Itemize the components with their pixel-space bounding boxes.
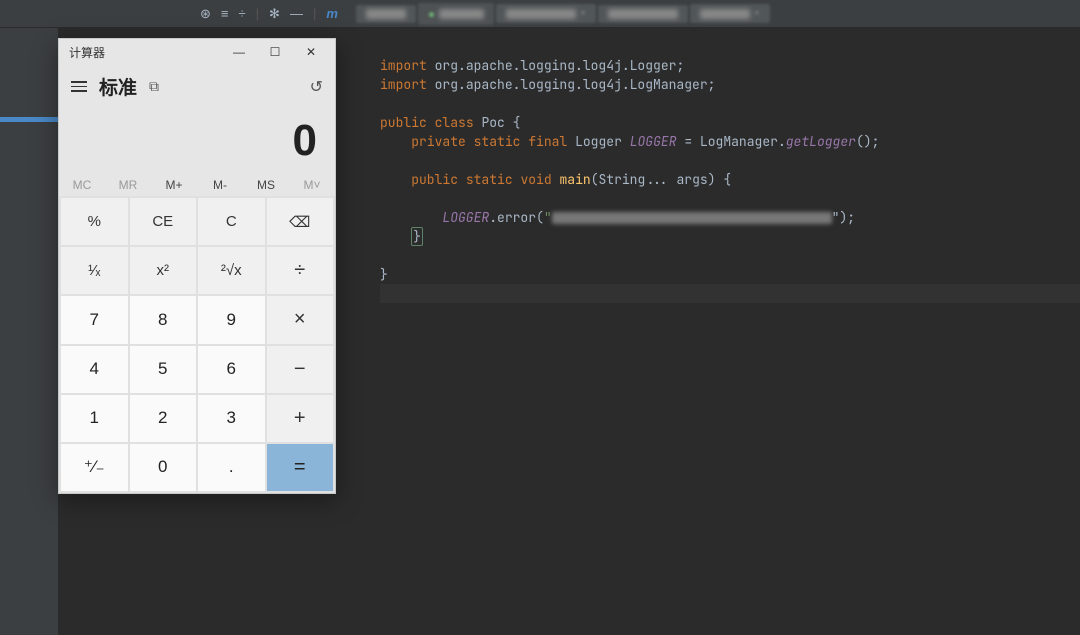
keyword-import: import bbox=[380, 76, 427, 93]
keyword: static bbox=[474, 133, 521, 150]
history-icon[interactable]: ↺ bbox=[310, 77, 323, 97]
digit-9-button[interactable]: 9 bbox=[198, 296, 265, 343]
type: LogManager bbox=[700, 133, 778, 150]
add-button[interactable]: + bbox=[267, 395, 334, 442]
maximize-button[interactable]: ☐ bbox=[257, 39, 293, 65]
digit-5-button[interactable]: 5 bbox=[130, 346, 197, 393]
keyword: void bbox=[520, 171, 551, 188]
keyword: static bbox=[466, 171, 513, 188]
ide-toolbar: ⊛ ≡ ÷ | ✻ — | m ● × × bbox=[0, 0, 1080, 28]
field-ref: LOGGER bbox=[442, 209, 489, 226]
closing-brace: } bbox=[380, 266, 388, 283]
toolbar-icon[interactable]: ÷ bbox=[239, 6, 246, 21]
mem-minus[interactable]: M- bbox=[197, 178, 243, 192]
field: LOGGER bbox=[630, 133, 677, 150]
settings-icon[interactable]: ✻ bbox=[269, 6, 280, 22]
calculator-mode: 标准 bbox=[99, 73, 137, 100]
editor-tabs: ● × × bbox=[356, 3, 770, 25]
editor-tab[interactable] bbox=[356, 5, 416, 23]
reciprocal-button[interactable]: ¹⁄ₓ bbox=[61, 247, 128, 294]
equals-button[interactable]: = bbox=[267, 444, 334, 491]
mem-view: M˅ bbox=[289, 178, 335, 192]
calculator-header: 标准 ⧉ ↺ bbox=[59, 65, 335, 104]
mem-store[interactable]: MS bbox=[243, 178, 289, 192]
digit-1-button[interactable]: 1 bbox=[61, 395, 128, 442]
keyword: public bbox=[411, 171, 458, 188]
mem-recall: MR bbox=[105, 178, 151, 192]
divide-button[interactable]: ÷ bbox=[267, 247, 334, 294]
calculator-keypad: % CE C ⌫ ¹⁄ₓ x² ²√x ÷ 7 8 9 × 4 5 6 − 1 … bbox=[59, 196, 335, 493]
percent-button[interactable]: % bbox=[61, 198, 128, 245]
minimize-button[interactable]: — bbox=[221, 39, 257, 65]
method-call: getLogger bbox=[786, 133, 856, 150]
keyword: class bbox=[435, 114, 474, 131]
method-call: error bbox=[497, 209, 536, 226]
calculator-titlebar[interactable]: 计算器 — ☐ ✕ bbox=[59, 39, 335, 65]
editor-tab[interactable]: × bbox=[690, 4, 770, 23]
toolbar-separator: | bbox=[256, 6, 259, 21]
redacted-string bbox=[552, 212, 832, 224]
digit-6-button[interactable]: 6 bbox=[198, 346, 265, 393]
editor-tab[interactable] bbox=[598, 5, 688, 23]
class-name: Poc bbox=[481, 114, 504, 131]
mem-plus[interactable]: M+ bbox=[151, 178, 197, 192]
digit-0-button[interactable]: 0 bbox=[130, 444, 197, 491]
digit-3-button[interactable]: 3 bbox=[198, 395, 265, 442]
import-target: org.apache.logging.log4j.LogManager bbox=[435, 76, 708, 93]
code-editor[interactable]: import org.apache.logging.log4j.Logger; … bbox=[340, 28, 1080, 635]
calculator-display: 0 bbox=[59, 104, 335, 174]
param: args bbox=[677, 171, 708, 188]
method-name: main bbox=[559, 171, 590, 188]
digit-8-button[interactable]: 8 bbox=[130, 296, 197, 343]
square-button[interactable]: x² bbox=[130, 247, 197, 294]
sqrt-button[interactable]: ²√x bbox=[198, 247, 265, 294]
editor-tab-active[interactable]: ● bbox=[418, 3, 494, 25]
keyword: private bbox=[411, 133, 466, 150]
type: Logger bbox=[575, 133, 622, 150]
multiply-button[interactable]: × bbox=[267, 296, 334, 343]
decimal-button[interactable]: . bbox=[198, 444, 265, 491]
editor-tab[interactable]: × bbox=[496, 4, 596, 23]
toolbar-icon[interactable]: ⊛ bbox=[200, 6, 211, 22]
digit-7-button[interactable]: 7 bbox=[61, 296, 128, 343]
ide-left-gutter-bg bbox=[0, 0, 58, 635]
left-accent-strip bbox=[0, 117, 58, 122]
keyword: final bbox=[528, 133, 567, 150]
menu-icon[interactable] bbox=[71, 81, 87, 92]
toolbar-icon-group: ⊛ ≡ ÷ | ✻ — | m bbox=[200, 6, 338, 22]
keyword: public bbox=[380, 114, 427, 131]
toolbar-icon[interactable]: ≡ bbox=[221, 6, 229, 21]
closing-brace: } bbox=[411, 227, 423, 246]
digit-4-button[interactable]: 4 bbox=[61, 346, 128, 393]
type: String bbox=[598, 171, 645, 188]
calculator-window: 计算器 — ☐ ✕ 标准 ⧉ ↺ 0 MC MR M+ M- MS M˅ % C… bbox=[58, 38, 336, 494]
clear-button[interactable]: C bbox=[198, 198, 265, 245]
close-button[interactable]: ✕ bbox=[293, 39, 329, 65]
keyword-import: import bbox=[380, 57, 427, 74]
toolbar-icon[interactable]: — bbox=[290, 6, 303, 21]
window-title: 计算器 bbox=[69, 44, 105, 61]
clear-entry-button[interactable]: CE bbox=[130, 198, 197, 245]
subtract-button[interactable]: − bbox=[267, 346, 334, 393]
negate-button[interactable]: ⁺⁄₋ bbox=[61, 444, 128, 491]
mem-clear: MC bbox=[59, 178, 105, 192]
m-icon[interactable]: m bbox=[326, 6, 338, 21]
memory-row: MC MR M+ M- MS M˅ bbox=[59, 174, 335, 196]
toolbar-separator: | bbox=[313, 6, 316, 21]
keep-on-top-icon[interactable]: ⧉ bbox=[149, 78, 159, 95]
backspace-button[interactable]: ⌫ bbox=[267, 198, 334, 245]
import-target: org.apache.logging.log4j.Logger bbox=[435, 57, 677, 74]
digit-2-button[interactable]: 2 bbox=[130, 395, 197, 442]
